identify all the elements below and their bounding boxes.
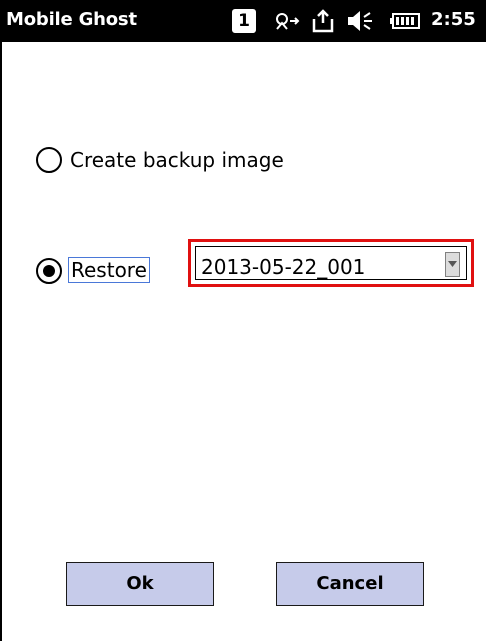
clock[interactable]: 2:55 bbox=[431, 10, 476, 30]
speaker-icon[interactable] bbox=[346, 9, 376, 33]
restore-radio[interactable] bbox=[36, 258, 62, 284]
window-border bbox=[0, 42, 2, 641]
dropdown-field[interactable]: 2013-05-22_001 bbox=[195, 246, 467, 280]
ok-button[interactable]: Ok bbox=[66, 562, 214, 606]
battery-icon[interactable] bbox=[390, 9, 422, 33]
sync-icon[interactable] bbox=[310, 9, 338, 33]
radio-selected-dot bbox=[43, 265, 55, 277]
title-bar: Mobile Ghost 1 2:55 bbox=[0, 0, 486, 42]
create-backup-label[interactable]: Create backup image bbox=[70, 148, 284, 172]
app-title: Mobile Ghost bbox=[6, 9, 137, 30]
connectivity-icon[interactable] bbox=[272, 9, 302, 33]
restore-label[interactable]: Restore bbox=[68, 257, 150, 283]
dropdown-selected-value: 2013-05-22_001 bbox=[201, 255, 366, 279]
chevron-down-icon bbox=[448, 261, 457, 267]
dropdown-arrow-button[interactable] bbox=[445, 252, 460, 277]
create-backup-radio[interactable] bbox=[36, 147, 62, 173]
cancel-button[interactable]: Cancel bbox=[276, 562, 424, 606]
restore-image-dropdown[interactable]: 2013-05-22_001 bbox=[188, 239, 474, 287]
notification-icon[interactable]: 1 bbox=[232, 9, 256, 33]
